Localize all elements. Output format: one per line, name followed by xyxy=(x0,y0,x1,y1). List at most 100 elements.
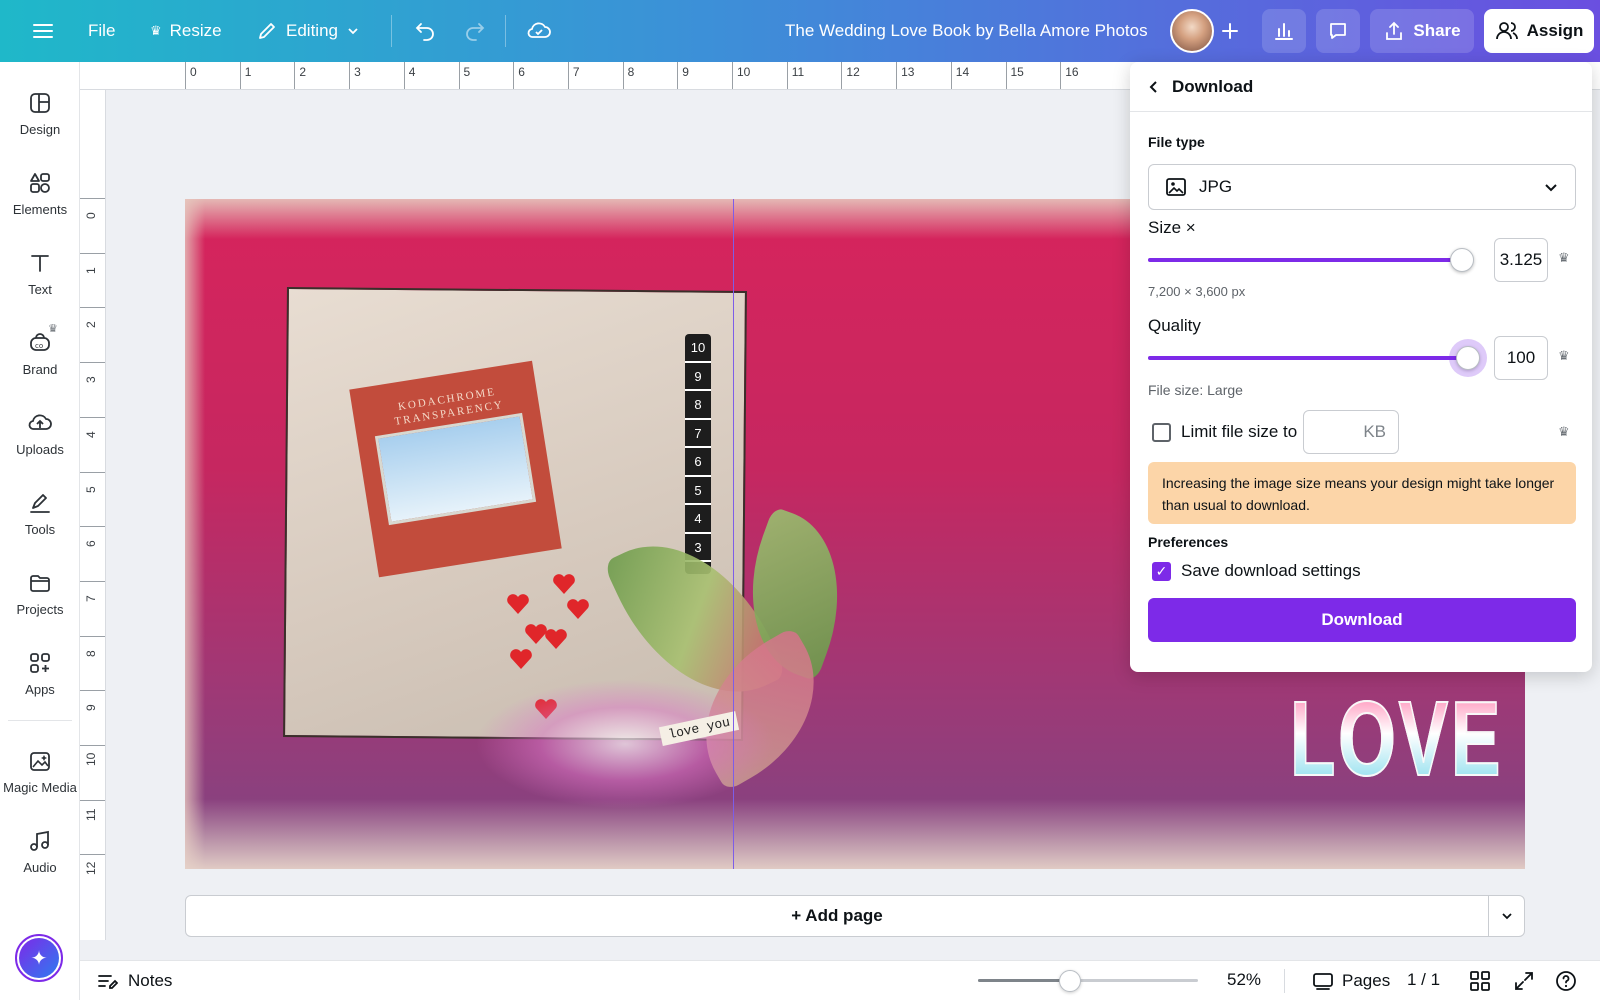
magic-assistant-button[interactable]: ✦ xyxy=(15,934,63,982)
notes-button[interactable]: Notes xyxy=(96,970,172,992)
ruler-tick-label: 15 xyxy=(1005,62,1024,89)
sidebar-item-design[interactable]: Design xyxy=(0,76,80,150)
file-label: File xyxy=(88,21,116,40)
sidebar-item-label: Text xyxy=(28,281,52,297)
crown-icon: ♛ xyxy=(48,323,58,335)
quality-slider[interactable] xyxy=(1148,346,1480,370)
zoom-level[interactable]: 52% xyxy=(1227,970,1261,990)
redo-button[interactable] xyxy=(453,9,497,53)
crown-icon: ♛ xyxy=(1558,250,1570,265)
add-collaborator-button[interactable] xyxy=(1208,9,1252,53)
shapes-icon xyxy=(30,172,50,193)
undo-icon xyxy=(415,23,434,41)
file-size-limit-input[interactable]: KB xyxy=(1303,410,1399,454)
help-icon[interactable] xyxy=(1554,969,1578,993)
share-button[interactable]: Share xyxy=(1370,9,1474,53)
sidebar-item-apps[interactable]: Apps xyxy=(0,636,80,710)
menu-button[interactable] xyxy=(22,9,64,53)
top-toolbar: File ♛ Resize Editing The Wedding Love B… xyxy=(0,0,1600,62)
sidebar-item-label: Audio xyxy=(23,859,57,875)
text-icon xyxy=(31,254,49,272)
preferences-label: Preferences xyxy=(1148,534,1229,550)
panel-title: Download xyxy=(1172,76,1254,96)
sidebar-item-uploads[interactable]: Uploads xyxy=(0,396,80,470)
ruler-tick-label: 13 xyxy=(896,62,914,89)
zoom-slider-handle[interactable] xyxy=(1058,970,1081,992)
download-button[interactable]: Download xyxy=(1148,598,1576,642)
svg-text:co: co xyxy=(35,342,43,350)
ruler-tick-label: 14 xyxy=(950,62,969,89)
editing-mode-button[interactable]: Editing xyxy=(246,9,370,53)
zoom-slider-fill xyxy=(978,979,1070,982)
ruler-tick-label: 9 xyxy=(80,690,105,711)
ruler-tick-label: 10 xyxy=(80,745,105,766)
ruler-strip-element[interactable]: 10 9 8 7 6 5 4 3 xyxy=(685,334,711,574)
quality-label: Quality xyxy=(1148,316,1201,335)
download-panel-header: Download xyxy=(1130,62,1592,112)
save-status-button[interactable] xyxy=(516,9,562,53)
resize-button[interactable]: ♛ Resize xyxy=(140,9,232,53)
paint-splatter-element[interactable] xyxy=(475,679,775,809)
size-input[interactable]: 3.125 xyxy=(1494,238,1548,282)
image-icon xyxy=(1166,178,1186,196)
chevron-down-icon xyxy=(1501,913,1512,920)
music-note-icon xyxy=(30,830,49,851)
notes-icon xyxy=(98,975,118,989)
grid-view-icon[interactable] xyxy=(1468,969,1492,993)
sidebar-item-projects[interactable]: Projects xyxy=(0,556,80,630)
sidebar-item-text[interactable]: Text xyxy=(0,236,80,310)
page-options-button[interactable] xyxy=(1488,896,1524,936)
quality-slider-handle[interactable] xyxy=(1456,346,1480,370)
sidebar-item-tools[interactable]: Tools xyxy=(0,476,80,550)
save-settings-label: Save download settings xyxy=(1181,561,1361,580)
file-type-select[interactable]: JPG xyxy=(1148,164,1576,210)
file-size-text: File size: Large xyxy=(1148,382,1243,398)
insights-button[interactable] xyxy=(1262,9,1306,53)
file-menu-button[interactable]: File xyxy=(78,9,125,53)
ruler-tick-label: 11 xyxy=(80,799,105,821)
quality-input[interactable]: 100 xyxy=(1494,336,1548,380)
add-page-button[interactable]: + Add page xyxy=(186,906,1488,926)
fullscreen-icon[interactable] xyxy=(1512,969,1536,993)
chevron-left-icon[interactable] xyxy=(1146,79,1162,95)
sidebar-item-audio[interactable]: Audio xyxy=(0,814,80,888)
love-word-art[interactable]: LOVE xyxy=(1289,679,1503,800)
zoom-slider[interactable] xyxy=(978,970,1198,992)
ruler-tick-label: 10 xyxy=(732,62,750,89)
ruler-tick-label: 8 xyxy=(622,62,634,89)
add-page-bar: + Add page xyxy=(185,895,1525,937)
pencil-icon xyxy=(259,23,275,39)
bar-chart-icon xyxy=(1275,23,1293,40)
pages-button[interactable]: Pages xyxy=(1312,970,1390,992)
limit-file-size-label: Limit file size to xyxy=(1181,422,1298,441)
save-settings-checkbox[interactable]: ✓ xyxy=(1152,562,1171,581)
ruler-strip-number: 5 xyxy=(685,477,711,505)
ruler-tick-label: 2 xyxy=(294,62,306,89)
sidebar-item-label: Projects xyxy=(16,601,64,617)
ruler-tick-label: 0 xyxy=(185,62,197,89)
size-slider[interactable] xyxy=(1148,248,1474,272)
assign-button[interactable]: Assign xyxy=(1484,9,1594,53)
people-icon xyxy=(1495,22,1518,40)
sidebar-item-brand[interactable]: co Brand ♛ xyxy=(0,316,80,390)
grunge-border-left xyxy=(185,199,205,869)
size-warning-banner: Increasing the image size means your des… xyxy=(1148,462,1576,524)
upload-icon xyxy=(1386,21,1403,40)
bottom-divider xyxy=(1284,969,1285,993)
sidebar-item-elements[interactable]: Elements xyxy=(0,156,80,230)
ruler-tick-label: 6 xyxy=(513,62,525,89)
pages-label: Pages xyxy=(1342,971,1391,990)
slide-frame-element[interactable]: KODACHROME TRANSPARENCY xyxy=(349,360,562,578)
size-slider-handle[interactable] xyxy=(1449,248,1474,272)
sidebar-item-magic-media[interactable]: Magic Media xyxy=(0,734,80,808)
download-panel: Download File type JPG Size × 3.125 ♛ 7,… xyxy=(1130,62,1592,672)
limit-file-size-checkbox[interactable] xyxy=(1152,423,1171,442)
document-title[interactable]: The Wedding Love Book by Bella Amore Pho… xyxy=(785,21,1148,41)
ruler-tick-label: 5 xyxy=(80,471,105,493)
sidebar-item-label: Tools xyxy=(24,521,56,537)
chevron-down-icon xyxy=(348,28,358,35)
crown-icon: ♛ xyxy=(150,23,162,38)
ruler-tick-label: 5 xyxy=(458,62,470,89)
undo-button[interactable] xyxy=(403,9,447,53)
comments-button[interactable] xyxy=(1316,9,1360,53)
